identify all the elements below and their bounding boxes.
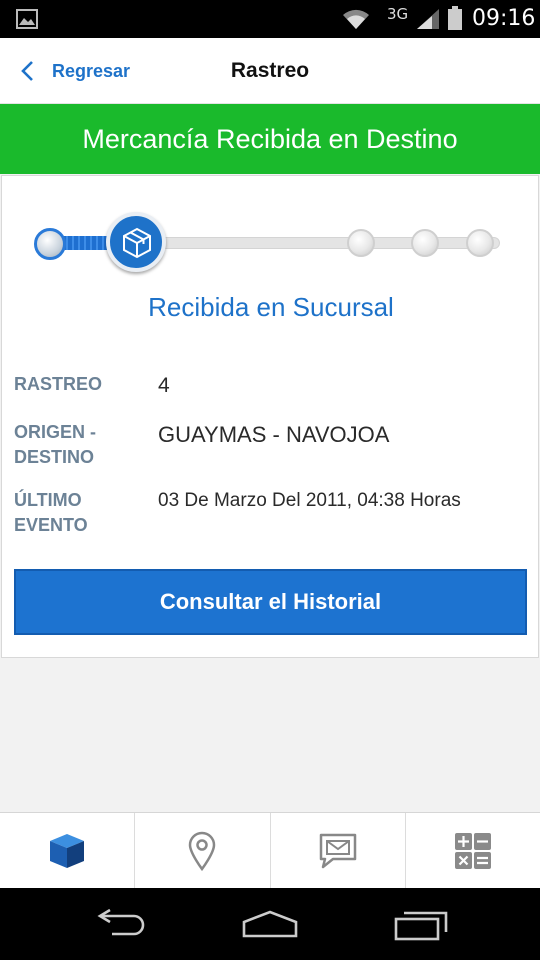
rastreo-value: 4 — [158, 374, 170, 397]
tab-cotizador[interactable] — [406, 813, 540, 888]
app-header: Regresar Rastreo — [0, 38, 540, 104]
consultar-historial-button[interactable]: Consultar el Historial — [14, 569, 527, 635]
image-notification-icon — [16, 9, 38, 29]
recent-apps-nav-icon[interactable] — [390, 906, 454, 942]
bottom-tab-bar — [0, 812, 540, 888]
tracking-card: Recibida en Sucursal RASTREO 4 ORIGEN - … — [1, 175, 539, 658]
system-nav-bar — [0, 888, 540, 960]
signal-icon — [417, 9, 439, 29]
tab-rastreo[interactable] — [0, 813, 136, 888]
current-status-label: Recibida en Sucursal — [148, 292, 394, 322]
status-banner: Mercancía Recibida en Destino — [0, 104, 540, 174]
mail-icon — [319, 833, 356, 868]
progress-tracker — [2, 176, 540, 296]
origen-destino-value: GUAYMAS - NAVOJOA — [158, 422, 390, 447]
calculator-icon — [454, 832, 491, 869]
step-pending — [411, 229, 439, 257]
step-completed — [34, 228, 66, 260]
page-title: Rastreo — [230, 59, 310, 82]
origen-destino-label: ORIGEN - DESTINO — [14, 422, 97, 467]
tab-sucursales[interactable] — [135, 813, 271, 888]
battery-icon — [448, 6, 462, 30]
package-icon — [123, 227, 151, 259]
step-current — [106, 212, 166, 272]
clock: 09:16 — [472, 6, 536, 31]
step-pending — [347, 229, 375, 257]
back-nav-icon[interactable] — [88, 906, 152, 942]
tab-contacto[interactable] — [271, 813, 406, 888]
home-nav-icon[interactable] — [238, 906, 302, 942]
ultimo-evento-label: ÚLTIMO EVENTO — [14, 490, 88, 535]
box-icon — [50, 833, 85, 868]
network-type: 3G — [387, 5, 409, 23]
location-pin-icon — [189, 831, 216, 871]
ultimo-evento-value: 03 De Marzo Del 2011, 04:38 Horas — [158, 490, 461, 511]
step-pending — [466, 229, 494, 257]
wifi-icon — [343, 9, 369, 29]
status-bar: 3G 09:16 — [0, 0, 540, 38]
rastreo-label: RASTREO — [14, 374, 103, 394]
